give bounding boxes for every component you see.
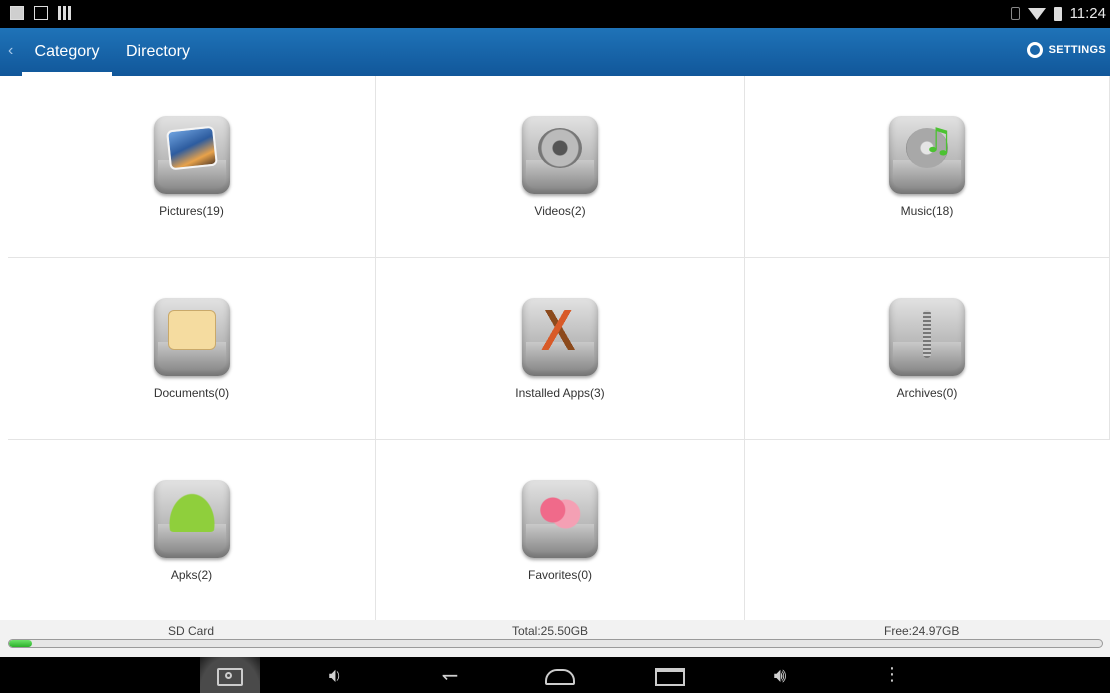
empty-cell <box>745 440 1110 620</box>
category-grid: Pictures(19) Videos(2) ♫ Music(18) Docum… <box>8 76 1110 620</box>
gear-icon <box>1026 42 1043 58</box>
tab-category-label: Category <box>34 43 100 60</box>
favorites-icon <box>522 480 598 558</box>
category-label: Pictures(19) <box>159 204 224 218</box>
pictures-icon <box>153 116 230 194</box>
status-system: 11:24 <box>1010 5 1106 22</box>
volume-up-icon[interactable]: 🔊︎ <box>750 657 810 693</box>
bluetooth-icon <box>1010 7 1020 20</box>
battery-icon <box>1053 6 1062 21</box>
menu-icon[interactable]: ⋮ <box>862 657 922 693</box>
apks-icon <box>153 480 230 558</box>
category-documents[interactable]: Documents(0) <box>8 258 376 440</box>
storage-panel: SD Card Total:25.50GB Free:24.97GB <box>0 620 1110 657</box>
documents-icon <box>153 298 230 376</box>
storage-total: Total:25.50GB <box>512 624 589 638</box>
category-music[interactable]: ♫ Music(18) <box>745 76 1110 258</box>
notification-icon <box>10 6 24 20</box>
storage-usage-bar <box>8 639 1103 648</box>
chevron-left-icon[interactable]: ‹ <box>8 42 13 60</box>
category-favorites[interactable]: Favorites(0) <box>376 440 745 620</box>
videos-icon <box>522 116 598 194</box>
category-label: Archives(0) <box>896 386 958 400</box>
action-bar: ‹ Category Directory SETTINGS <box>0 28 1110 76</box>
status-bar: 11:24 <box>0 0 1110 28</box>
storage-free: Free:24.97GB <box>884 624 960 638</box>
status-time: 11:24 <box>1069 5 1106 22</box>
category-apks[interactable]: Apks(2) <box>8 440 376 620</box>
category-installed-apps[interactable]: Installed Apps(3) <box>376 258 745 440</box>
installed-apps-icon <box>522 298 598 376</box>
recent-apps-icon[interactable] <box>640 657 700 693</box>
settings-button[interactable]: SETTINGS <box>1026 42 1106 58</box>
music-icon: ♫ <box>889 116 965 194</box>
barcode-icon <box>58 6 72 20</box>
navigation-bar: 🔉︎ ↽ 🔊︎ ⋮ <box>0 657 1110 693</box>
image-icon <box>34 6 48 20</box>
category-label: Documents(0) <box>153 386 230 400</box>
category-label: Videos(2) <box>534 204 586 218</box>
category-label: Installed Apps(3) <box>515 386 605 400</box>
settings-label: SETTINGS <box>1048 44 1106 56</box>
archives-icon <box>889 298 965 376</box>
category-label: Music(18) <box>900 204 954 218</box>
category-archives[interactable]: Archives(0) <box>745 258 1110 440</box>
screenshot-icon[interactable] <box>200 657 260 693</box>
category-videos[interactable]: Videos(2) <box>376 76 745 258</box>
wifi-icon <box>1027 7 1046 20</box>
volume-down-icon[interactable]: 🔉︎ <box>305 657 365 693</box>
tab-category[interactable]: Category <box>22 28 112 76</box>
tab-directory-label: Directory <box>126 43 191 60</box>
storage-name: SD Card <box>168 624 215 638</box>
tab-directory[interactable]: Directory <box>126 28 190 76</box>
home-icon[interactable] <box>530 657 590 693</box>
back-icon[interactable]: ↽ <box>420 657 480 693</box>
storage-usage-fill <box>9 640 32 647</box>
category-label: Apks(2) <box>170 568 213 582</box>
category-pictures[interactable]: Pictures(19) <box>8 76 376 258</box>
status-notifications <box>10 6 72 20</box>
category-label: Favorites(0) <box>527 568 592 582</box>
